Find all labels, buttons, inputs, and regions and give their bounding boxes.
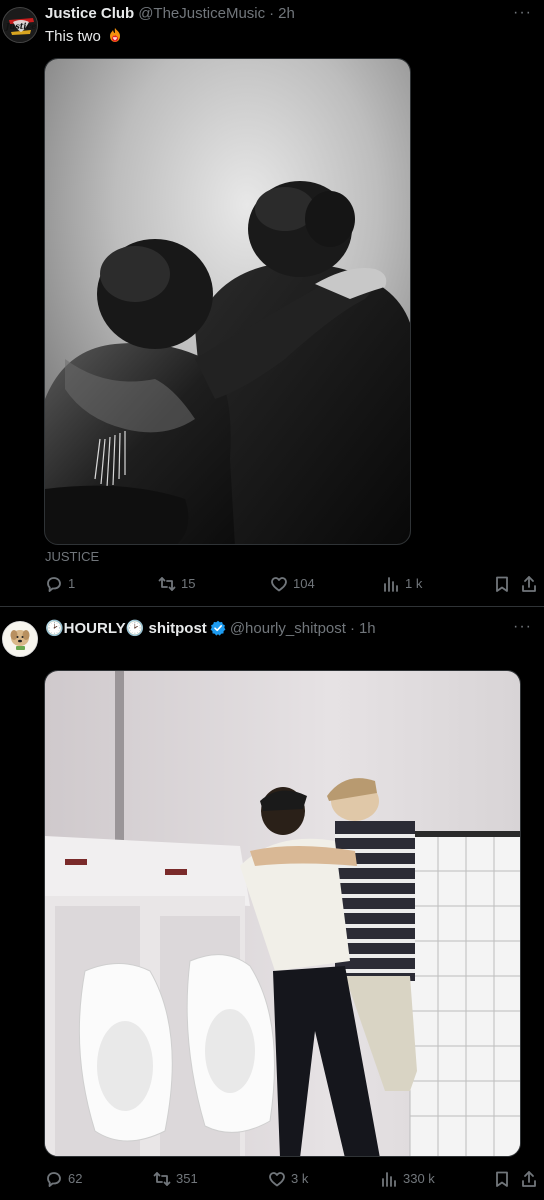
tweet[interactable]: Justice Justice Club @TheJusticeMusic · … (0, 0, 544, 606)
more-options-button[interactable]: ··· (513, 618, 532, 636)
verified-badge-icon (210, 620, 226, 636)
author-handle[interactable]: @TheJusticeMusic (138, 5, 265, 22)
tweet-header: 🕑HOURLY🕑 shitpost @hourly_shitpost · 1h (45, 619, 376, 638)
avatar[interactable] (2, 621, 38, 657)
reply-count: 1 (68, 576, 76, 591)
reply-icon (47, 1172, 61, 1187)
views-chart-icon (384, 577, 398, 592)
share-icon (522, 576, 536, 592)
tweet[interactable]: 🕑HOURLY🕑 shitpost @hourly_shitpost · 1h … (0, 607, 544, 1200)
separator-dot: · (269, 5, 275, 22)
reply-button[interactable]: 1 (45, 575, 75, 593)
like-count: 104 (293, 576, 315, 591)
share-button[interactable] (520, 575, 543, 593)
repost-count: 351 (176, 1171, 198, 1186)
svg-text:Justice: Justice (4, 21, 37, 31)
like-count: 3 k (291, 1171, 309, 1186)
avatar[interactable]: Justice (2, 7, 38, 43)
bathroom-photo-image (45, 671, 520, 1156)
separator-dot: · (349, 619, 355, 637)
dog-avatar-icon (3, 622, 37, 656)
repost-icon (153, 1172, 171, 1186)
like-button[interactable]: 3 k (268, 1170, 308, 1188)
tweet-actions: 62 351 3 k 330 k (0, 1170, 544, 1190)
share-button[interactable] (520, 1170, 543, 1188)
timestamp[interactable]: 2h (278, 5, 295, 22)
tweet-header: Justice Club @TheJusticeMusic · 2h (45, 5, 295, 22)
repost-button[interactable]: 15 (158, 575, 195, 593)
bookmark-button[interactable] (493, 1170, 516, 1188)
like-button[interactable]: 104 (270, 575, 315, 593)
views-button[interactable]: 1 k (382, 575, 422, 593)
share-icon (522, 1171, 536, 1187)
fire-heart-icon (110, 28, 121, 42)
repost-count: 15 (181, 576, 196, 591)
author-name[interactable]: 🕑HOURLY🕑 shitpost (45, 619, 207, 637)
bookmark-icon (496, 1171, 508, 1187)
reply-button[interactable]: 62 (45, 1170, 82, 1188)
tweet-text: This two (45, 27, 122, 45)
timestamp[interactable]: 1h (359, 620, 376, 637)
bookmark-icon (496, 576, 508, 592)
reply-count: 62 (68, 1171, 83, 1186)
heart-icon (269, 1172, 285, 1187)
tweet-photo[interactable] (44, 670, 521, 1157)
views-button[interactable]: 330 k (380, 1170, 435, 1188)
bookmark-button[interactable] (493, 575, 516, 593)
views-count: 330 k (403, 1171, 435, 1186)
more-options-button[interactable]: ··· (513, 4, 532, 22)
repost-button[interactable]: 351 (153, 1170, 198, 1188)
concert-photo-image (45, 59, 410, 544)
tweet-photo[interactable] (44, 58, 411, 545)
reply-icon (47, 577, 61, 592)
views-chart-icon (382, 1172, 396, 1187)
justice-logo-icon: Justice (4, 9, 37, 42)
views-count: 1 k (405, 576, 423, 591)
tweet-text-content: This two (45, 28, 101, 45)
author-handle[interactable]: @hourly_shitpost (230, 620, 346, 637)
author-name[interactable]: Justice Club (45, 5, 134, 22)
repost-icon (158, 577, 176, 591)
media-source-label[interactable]: JUSTICE (45, 549, 99, 564)
tweet-actions: 1 15 104 1 k (0, 575, 544, 595)
heart-icon (271, 577, 287, 592)
